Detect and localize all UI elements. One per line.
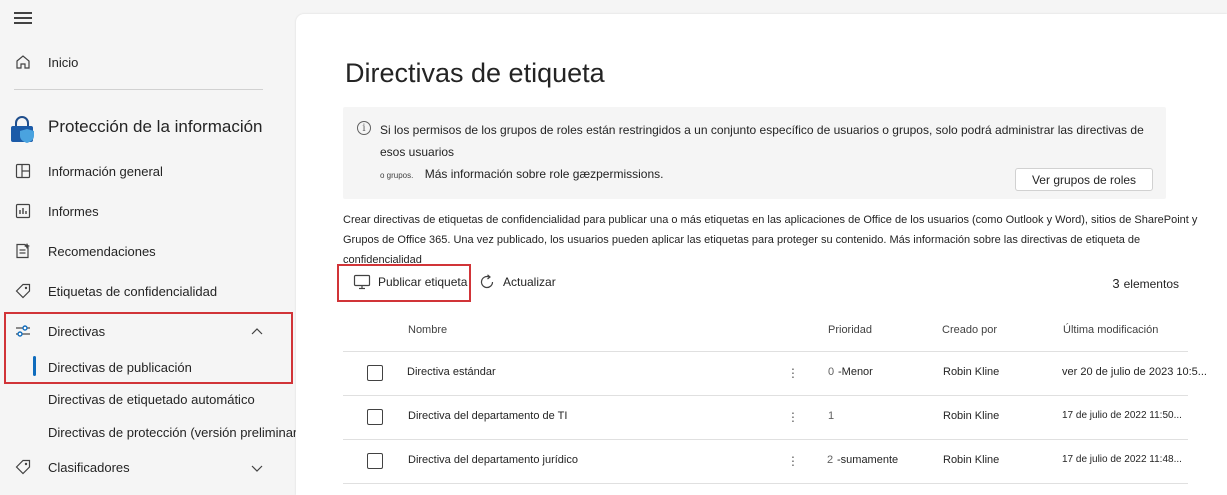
section-title: Protección de la información (48, 117, 263, 136)
row-modified: 17 de julio de 2022 11:48... (1062, 454, 1182, 465)
nav-item-recommendations[interactable]: Recomendaciones (0, 231, 295, 271)
item-count: 3 elementos (1112, 276, 1179, 291)
nav-item-label: Directivas de publicación (48, 359, 192, 375)
row-checkbox[interactable] (367, 453, 383, 469)
nav-item-protection-policies[interactable]: Directivas de protección (versión prelim… (0, 412, 302, 452)
row-divider (343, 483, 1188, 484)
nav-item-overview[interactable]: Información general (0, 151, 295, 191)
publish-label-text: Publicar etiqueta (378, 275, 468, 289)
nav-divider (14, 89, 263, 90)
row-modified: ver 20 de julio de 2023 10:5... (1062, 366, 1207, 378)
view-role-groups-button[interactable]: Ver grupos de roles (1015, 168, 1153, 191)
row-name[interactable]: Directiva del departamento de TI (408, 410, 567, 422)
page-description: Crear directivas de etiquetas de confide… (343, 210, 1213, 270)
column-header-last-modified[interactable]: Última modificación (1063, 324, 1158, 336)
nav-item-label: Información general (48, 163, 163, 179)
info-small-text: o grupos. (380, 171, 414, 180)
header-divider (343, 351, 1188, 352)
row-priority-number: 0 (828, 366, 835, 378)
row-divider (343, 395, 1188, 396)
nav-item-sensitivity-labels[interactable]: Etiquetas de confidencialidad (0, 271, 295, 311)
tag-icon (14, 458, 32, 476)
column-header-priority[interactable]: Prioridad (828, 324, 872, 336)
refresh-text: Actualizar (503, 275, 556, 289)
row-priority-number: 2 (827, 454, 834, 466)
protection-lock-icon (8, 114, 38, 144)
row-name[interactable]: Directiva estándar (407, 366, 496, 378)
row-priority-number: 1 (828, 410, 835, 422)
nav-item-label: Clasificadores (48, 459, 130, 475)
nav-item-home[interactable]: Inicio (0, 42, 295, 82)
more-options-icon[interactable]: · · · (790, 361, 796, 383)
row-modified: 17 de julio de 2022 11:50... (1062, 410, 1182, 421)
more-options-icon[interactable]: · · · (790, 449, 796, 471)
nav-item-label: Inicio (48, 54, 79, 70)
description-line-2[interactable]: Grupos de Office 365. Una vez publicado,… (343, 230, 1213, 270)
reports-icon (14, 202, 32, 220)
row-created-by: Robin Kline (943, 454, 1000, 466)
description-line-1: Crear directivas de etiquetas de confide… (343, 214, 1198, 226)
refresh-button[interactable]: Actualizar (478, 273, 556, 291)
chevron-down-icon[interactable] (251, 461, 263, 473)
nav-item-label: Informes (48, 203, 99, 219)
row-checkbox[interactable] (367, 409, 383, 425)
nav-item-label: Recomendaciones (48, 243, 156, 259)
left-navigation: Inicio Protección de la información Info… (0, 0, 302, 495)
publish-label-button[interactable]: Publicar etiqueta (353, 273, 467, 291)
row-created-by: Robin Kline (943, 410, 1000, 422)
info-banner: i Si los permisos de los grupos de roles… (343, 107, 1166, 199)
publish-monitor-icon (353, 274, 371, 290)
nav-item-label: Directivas de protección (versión prelim… (48, 424, 302, 440)
row-priority-label: -sumamente (837, 454, 899, 466)
row-created-by: Robin Kline (943, 366, 1000, 378)
main-panel: Directivas de etiqueta i Si los permisos… (296, 14, 1227, 495)
row-checkbox[interactable] (367, 365, 383, 381)
more-options-icon[interactable]: · · · (790, 405, 796, 427)
column-header-name[interactable]: Nombre (408, 324, 447, 336)
nav-item-label: Etiquetas de confidencialidad (48, 283, 218, 299)
overview-icon (14, 162, 32, 180)
nav-item-reports[interactable]: Informes (0, 191, 295, 231)
nav-item-label: Directivas (48, 323, 106, 339)
item-count-label: elementos (1123, 277, 1179, 291)
row-divider (343, 439, 1188, 440)
row-priority-label: -Menor (838, 366, 873, 378)
learn-more-role-permissions-link[interactable]: Más información sobre role gæzpermission… (425, 167, 664, 181)
page-title: Directivas de etiqueta (345, 58, 605, 88)
sensitivity-label-icon (14, 282, 32, 300)
policies-icon (14, 322, 32, 340)
refresh-icon (478, 273, 496, 291)
item-count-number: 3 (1112, 276, 1120, 291)
info-line-1: Si los permisos de los grupos de roles e… (380, 123, 1144, 159)
recommendations-icon (14, 242, 32, 260)
info-icon: i (357, 121, 371, 135)
column-header-created-by[interactable]: Creado por (942, 324, 997, 336)
nav-item-label: Directivas de etiquetado automático (48, 391, 255, 407)
nav-item-policies[interactable]: Directivas (0, 311, 295, 351)
row-name[interactable]: Directiva del departamento jurídico (408, 454, 578, 466)
home-icon (14, 53, 32, 71)
hamburger-menu-icon[interactable] (14, 12, 32, 26)
chevron-up-icon[interactable] (251, 325, 263, 337)
nav-item-classifiers[interactable]: Clasificadores (0, 447, 295, 487)
